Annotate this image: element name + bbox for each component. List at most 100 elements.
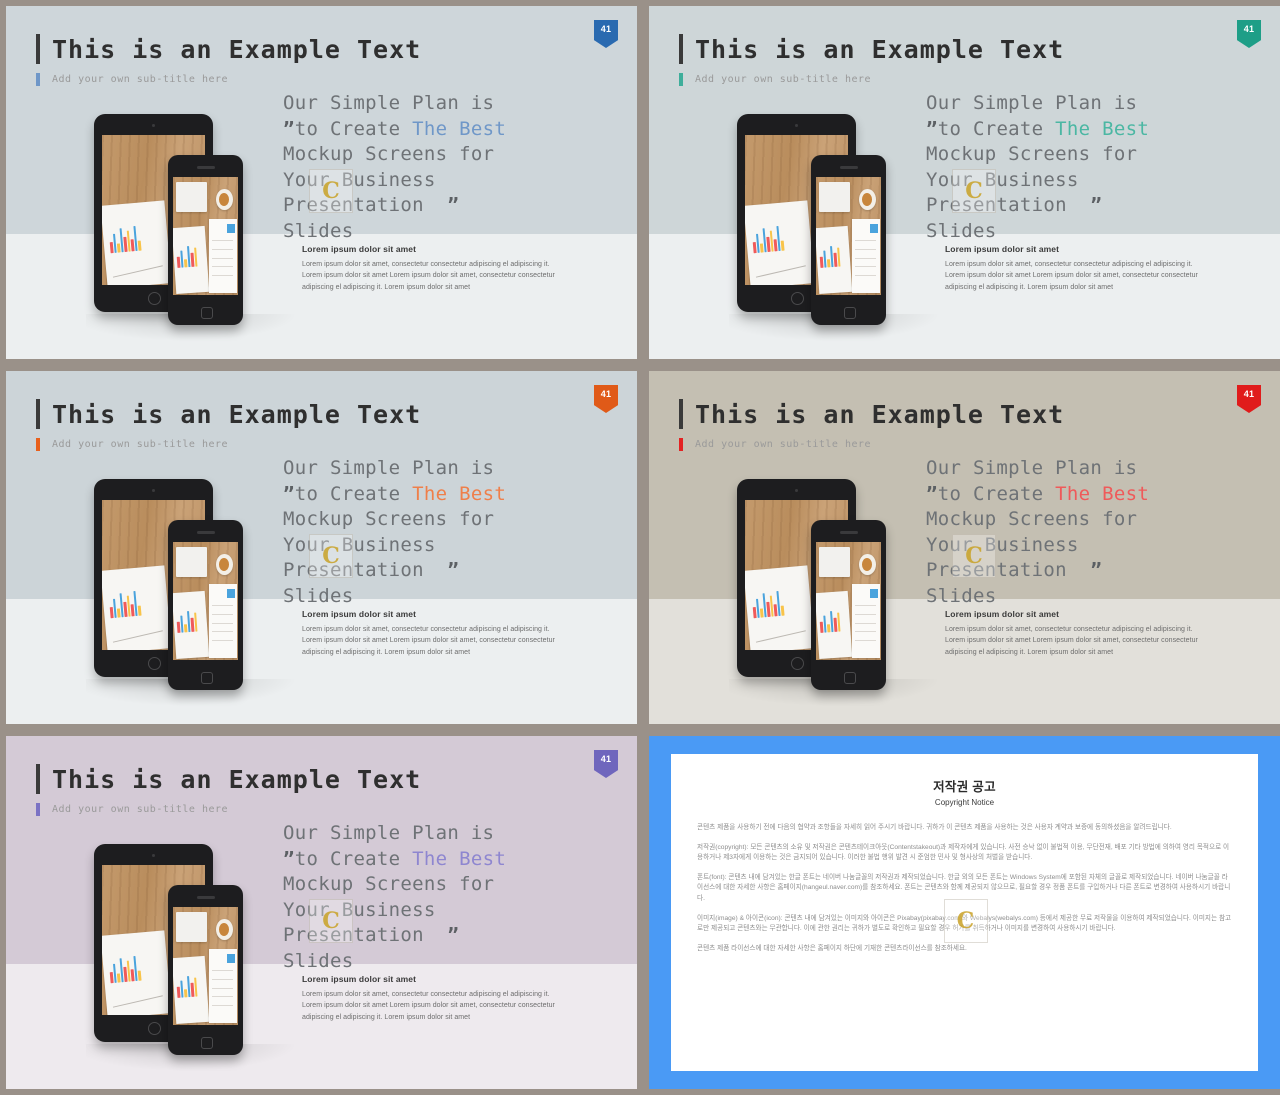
phone-photo [173,177,238,295]
chart-paper [173,590,210,659]
title-row: This is an Example Text [679,399,1064,429]
note-sheet [209,584,237,658]
phone-mockup [168,520,243,690]
phone-mockup [811,520,886,690]
copyright-slide[interactable]: 저작권 공고 Copyright Notice 콘텐츠 제품을 사용하기 전에 … [649,736,1280,1089]
title-row: This is an Example Text [36,764,421,794]
quote-line-4: Your Business [926,168,1079,191]
tablet-camera-icon [152,854,155,857]
subtitle-row: Add your own sub-title here [679,438,1064,451]
quote-line-5: Presentation ” [283,924,460,946]
phone-screen [816,177,881,295]
tablet-camera-icon [795,489,798,492]
paragraph-line-1: Lorem ipsum dolor sit amet, consectetur … [945,261,1193,268]
phone-screen [816,542,881,660]
paragraph-line-1: Lorem ipsum dolor sit amet, consectetur … [945,626,1193,633]
quote-line-2: ”to Create The Best [283,117,507,140]
paragraph-line-2: Lorem ipsum dolor sit amet Lorem ipsum d… [302,637,555,645]
quote-highlight: The Best [412,847,507,870]
open-quote-icon: ” [926,482,938,505]
quote-highlight: The Best [1055,482,1150,505]
paragraph-block: Lorem ipsum dolor sit amet Lorem ipsum d… [945,244,1210,293]
paragraph-heading: Lorem ipsum dolor sit amet [302,244,417,254]
laptop [175,546,207,578]
chart-paper [816,590,853,659]
slide-blue[interactable]: 41 This is an Example Text Add your own … [6,6,637,359]
chart-paper [745,199,815,285]
device-mockup-group [86,114,301,342]
page-title: This is an Example Text [52,34,422,64]
laptop [818,546,850,578]
quote-line-1: Our Simple Plan is [926,457,1138,479]
slide-orange[interactable]: 41 This is an Example Text Add your own … [6,371,637,724]
paragraph-line-3: adipiscing el adipiscing it. Lorem ipsum… [302,648,471,656]
device-mockup-group [729,479,944,707]
quote-line-5: Presentation ” [283,559,460,581]
paragraph-line-2: Lorem ipsum dolor sit amet Lorem ipsum d… [945,272,1198,280]
quote-line-6: Slides [926,219,997,242]
title-block: This is an Example Text Add your own sub… [36,399,421,451]
paragraph-heading: Lorem ipsum dolor sit amet [302,609,417,619]
phone-mockup [168,155,243,325]
paragraph-line-2: Lorem ipsum dolor sit amet Lorem ipsum d… [302,272,555,280]
chart-paper [173,955,210,1024]
slide-teal[interactable]: 41 This is an Example Text Add your own … [649,6,1280,359]
bar-chart [109,952,142,983]
quote-line-1: Our Simple Plan is [283,822,495,844]
copyright-item-3: 이미지(image) & 아이콘(icon): 콘텐츠 내에 담겨있는 이미지와… [697,914,1232,933]
phone-screen [173,907,238,1025]
chart-paper [745,564,815,650]
phone-home-button [200,1037,213,1049]
blue-tag [227,953,235,963]
note-sheet [209,949,237,1023]
subtitle-row: Add your own sub-title here [36,803,421,816]
quote-line-6: Slides [926,584,997,607]
quote-line-3: Mockup Screens for [926,143,1138,165]
bar-chart [819,242,841,268]
slide-red[interactable]: 41 This is an Example Text Add your own … [649,371,1280,724]
page-subtitle: Add your own sub-title here [52,439,229,450]
phone-speaker-icon [196,896,215,899]
quote-line-4: Your Business [283,898,436,921]
bar-chart [109,222,142,253]
page-subtitle: Add your own sub-title here [52,804,229,815]
line-graph [113,264,164,278]
quote-line-3: Mockup Screens for [283,873,495,895]
paragraph-line-3: adipiscing el adipiscing it. Lorem ipsum… [945,283,1114,291]
quote-line-5: Presentation ” [926,194,1103,216]
quote-line-4: Your Business [283,533,436,556]
title-block: This is an Example Text Add your own sub… [679,399,1064,451]
slide-grid: 41 This is an Example Text Add your own … [0,0,1280,1095]
copyright-footer: 콘텐츠 제품 라이선스에 대한 자세한 사항은 홈페이지 하단에 기재한 콘텐츠… [697,944,967,952]
paragraph-line-3: adipiscing el adipiscing it. Lorem ipsum… [945,648,1114,656]
phone-photo [173,542,238,660]
quote-line-3: Mockup Screens for [283,508,495,530]
badge-label: 41 [600,754,612,764]
phone-speaker-icon [196,166,215,169]
tablet-home-button [148,657,161,670]
title-accent-bar [679,34,683,64]
title-row: This is an Example Text [679,34,1064,64]
paragraph-line-3: adipiscing el adipiscing it. Lorem ipsum… [302,283,471,291]
close-quote-icon: ” [447,924,460,946]
subtitle-row: Add your own sub-title here [679,73,1064,86]
subtitle-accent-bar [36,438,40,451]
page-title: This is an Example Text [695,399,1065,429]
close-quote-icon: ” [447,559,460,581]
tablet-camera-icon [152,124,155,127]
slide-purple[interactable]: 41 This is an Example Text Add your own … [6,736,637,1089]
copyright-item-1: 저작권(copyright): 모든 콘텐츠의 소유 및 저작권은 콘텐츠테이크… [697,843,1230,862]
coffee-cup [858,188,876,211]
bar-chart [176,242,198,268]
open-quote-icon: ” [283,847,295,870]
phone-photo [173,907,238,1025]
device-mockup-group [86,479,301,707]
quote-block: Our Simple Plan is ”to Create The Best M… [926,456,1226,609]
subtitle-accent-bar [36,803,40,816]
tablet-home-button [148,292,161,305]
copyright-title-ko: 저작권 공고 [933,780,996,794]
quote-line-2: ”to Create The Best [926,117,1150,140]
phone-photo [816,542,881,660]
laptop [175,911,207,943]
phone-photo [816,177,881,295]
